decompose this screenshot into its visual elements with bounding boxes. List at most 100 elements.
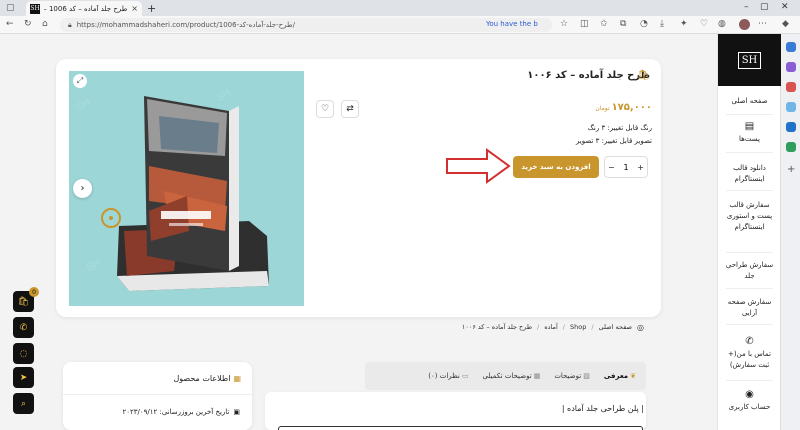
url-text: https://mohammadshaheri.com/product/1006… [76,21,295,29]
home-icon[interactable]: ⌂ [42,19,48,29]
back-icon[interactable]: ← [6,19,14,29]
newspaper-icon: ▤ [744,121,755,132]
copilot-sidebar-icon[interactable]: ◆ [782,19,789,29]
cart-count-badge: 0 [29,287,39,297]
red-arrow-annotation [446,148,511,184]
phone-icon: ✆ [745,336,754,347]
tab-additional-info[interactable]: ▦توضیحات تکمیلی [476,372,546,380]
search-icon: ⌕ [20,398,27,409]
search-button[interactable]: ⌕ [13,393,34,414]
product-title: طرح جلد آماده – کد ۱۰۰۶ [527,70,650,81]
breadcrumb-current: طرح جلد آماده – کد ۱۰۰۶ [461,323,533,331]
nav-item-cover-design[interactable]: سفارش طراحی جلد [718,260,781,282]
content-frame [278,426,643,430]
product-price: ۱۷۵,۰۰۰تومان [595,102,652,113]
site-logo[interactable]: SH [718,34,781,86]
more-menu-icon[interactable]: ⋯ [758,19,767,29]
shopping-bag-icon: 🛍︎ [637,70,650,81]
tab-actions-icon[interactable]: ▢ [6,3,15,13]
product-image[interactable]: SH SH SH SH [69,71,304,306]
location-icon: ◎ [637,322,644,332]
grid-icon: ▦ [233,374,241,383]
history-icon[interactable]: ◔ [640,19,648,29]
site-navigation: SH صفحه اصلی ▤ پست‌ها دانلود قالب اینستاگ… [717,34,781,430]
breadcrumb-category[interactable]: آماده [544,323,558,331]
add-to-cart-button[interactable]: افزودن به سبد خرید [513,156,599,178]
lock-icon: 🔒︎ [68,20,72,29]
product-tabs: ❦معرفی ▧توضیحات ▦توضیحات تکمیلی ▭نظرات (… [365,362,646,390]
close-window-icon[interactable]: ✕ [781,2,789,12]
promo-text[interactable]: You have the b [486,20,538,28]
favorites-icon[interactable]: ✩ [600,19,608,29]
extensions-icon[interactable]: ✦ [680,19,688,29]
favorite-star-icon[interactable]: ☆ [560,19,568,29]
breadcrumb-shop[interactable]: Shop [570,323,586,331]
grid-icon: ▦ [533,372,541,380]
nav-item-home[interactable]: صفحه اصلی [718,96,781,107]
quantity-minus-button[interactable]: − [608,163,615,172]
compare-icon: ⇄ [346,104,354,114]
compare-button[interactable]: ⇄ [341,100,359,118]
split-screen-icon[interactable]: ◫ [580,19,589,29]
close-tab-icon[interactable]: × [131,4,138,13]
maximize-icon[interactable]: ▢ [760,2,769,12]
nav-item-posts[interactable]: ▤ پست‌ها [718,121,781,145]
tab-content-title: | پلن طراحی جلد آماده | [561,404,644,413]
games-icon[interactable] [786,102,796,112]
quantity-stepper: − + [604,156,648,178]
nav-item-page-layout[interactable]: سفارش صفحه آرایی [718,297,781,319]
mouse-cursor-indicator [101,208,121,228]
outlook-icon[interactable] [786,122,796,132]
svg-text:SH: SH [215,87,233,103]
telegram-button[interactable]: ➤ [13,367,34,388]
address-bar[interactable]: 🔒︎ https://mohammadshaheri.com/product/1… [60,18,552,32]
tab-reviews[interactable]: ▭نظرات (۰) [422,372,474,380]
collections-icon[interactable]: ⧉ [620,19,626,29]
comment-icon: ▭ [461,372,469,380]
phone-icon: ✆ [19,322,28,333]
quantity-input[interactable] [620,162,632,172]
quantity-plus-button[interactable]: + [637,163,644,172]
breadcrumb-home[interactable]: صفحه اصلی [599,323,632,331]
feature-image: تصویر قابل تغییر: ۳ تصویر [575,137,652,145]
previous-image-button[interactable]: › [73,179,92,198]
document-icon: ▧ [583,372,590,380]
nav-item-download-templates[interactable]: دانلود قالب اینستاگرام [718,163,781,185]
downloads-icon[interactable]: ⤓ [660,19,664,29]
product-info-box [63,362,252,430]
wishlist-button[interactable]: ♡ [316,100,334,118]
breadcrumb: ◎ صفحه اصلی / Shop / آماده / طرح جلد آما… [461,322,644,332]
drop-icon[interactable] [786,142,796,152]
nav-item-account[interactable]: ◉ حساب کاربری [718,389,781,413]
user-icon: ◉ [745,389,754,400]
search-icon[interactable] [786,42,796,52]
svg-text:SH: SH [85,257,103,273]
last-update-row: ▣تاریخ آخرین بروزرسانی: ۲۰۲۳/۰۹/۱۲ [122,408,240,416]
shopping-icon[interactable] [786,62,796,72]
nav-item-contact[interactable]: ✆ تماس با من(+ ثبت سفارش) [718,336,781,371]
minimize-icon[interactable]: – [744,2,749,12]
tab-intro[interactable]: ❦معرفی [598,372,642,380]
calendar-icon: ▣ [233,408,240,416]
nav-item-order-templates[interactable]: سفارش قالب پست و استوری اینستاگرام [718,200,781,233]
zoom-icon[interactable]: ⤢ [73,74,87,88]
browser-tab-bar: ▢ SH طرح جلد آماده – کد 1006 – محمد × + … [0,0,800,16]
refresh-icon[interactable]: ↻ [24,19,32,29]
add-sidebar-icon[interactable]: + [787,164,795,175]
browser-tab[interactable]: SH طرح جلد آماده – کد 1006 – محمد × [26,1,142,16]
shopping-bag-icon: 🛍︎ [17,296,30,307]
book-mockup-illustration: SH SH SH SH [75,87,269,291]
phone-button[interactable]: ✆ [13,317,34,338]
new-tab-button[interactable]: + [147,2,156,15]
send-icon: ➤ [19,372,28,383]
edge-sidebar: + [780,34,800,430]
tab-description[interactable]: ▧توضیحات [548,372,596,380]
feature-color: رنگ قابل تغییر: ۳ رنگ [587,124,652,132]
site-favicon-icon: SH [30,3,40,14]
whatsapp-button[interactable]: ◌ [13,343,34,364]
profile-avatar[interactable] [739,19,750,30]
browser-toolbar: ← ↻ ⌂ 🔒︎ https://mohammadshaheri.com/pro… [0,16,800,34]
browser-essentials-icon[interactable]: ♡ [700,19,708,29]
copilot-icon[interactable]: ◍ [718,19,726,29]
tools-icon[interactable] [786,82,796,92]
